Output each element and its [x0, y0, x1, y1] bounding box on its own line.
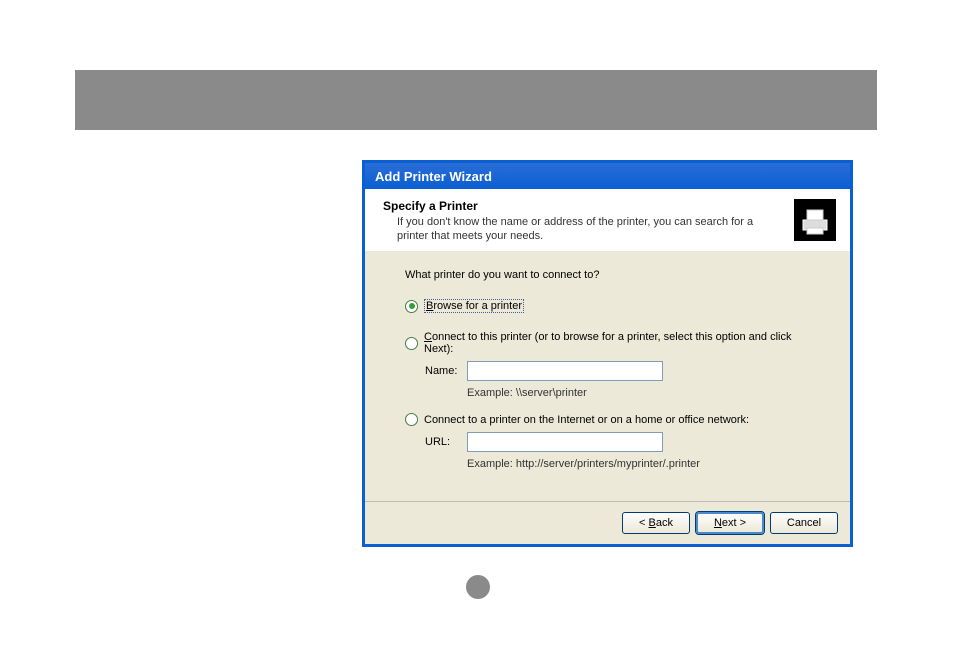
- radio-browse[interactable]: [405, 300, 418, 313]
- name-input[interactable]: [467, 361, 663, 381]
- header-title: Specify a Printer: [383, 199, 784, 213]
- radio-connect-name-label: Connect to this printer (or to browse fo…: [424, 331, 820, 355]
- url-input[interactable]: [467, 432, 663, 452]
- wizard-body: What printer do you want to connect to? …: [365, 251, 850, 494]
- url-input-row: URL:: [425, 432, 820, 452]
- radio-connect-name-row[interactable]: Connect to this printer (or to browse fo…: [405, 331, 820, 355]
- radio-connect-url-row[interactable]: Connect to a printer on the Internet or …: [405, 413, 820, 426]
- radio-browse-row[interactable]: Browse for a printer: [405, 299, 820, 313]
- button-bar: < Back Next > Cancel: [365, 501, 850, 544]
- radio-connect-name[interactable]: [405, 337, 418, 350]
- name-example: Example: \\server\printer: [467, 387, 820, 399]
- url-example: Example: http://server/printers/myprinte…: [467, 458, 820, 470]
- header-subtitle: If you don't know the name or address of…: [397, 215, 784, 244]
- header-text: Specify a Printer If you don't know the …: [383, 199, 794, 244]
- url-label: URL:: [425, 436, 467, 448]
- wizard-header-panel: Specify a Printer If you don't know the …: [365, 189, 850, 251]
- page-number-circle: [466, 575, 490, 599]
- radio-browse-label: Browse for a printer: [424, 299, 524, 313]
- title-bar: Add Printer Wizard: [365, 163, 850, 189]
- printer-icon: [794, 199, 836, 241]
- cancel-button[interactable]: Cancel: [770, 512, 838, 534]
- radio-connect-url-label: Connect to a printer on the Internet or …: [424, 414, 749, 426]
- radio-connect-url[interactable]: [405, 413, 418, 426]
- add-printer-wizard-dialog: Add Printer Wizard Specify a Printer If …: [362, 160, 853, 547]
- name-input-row: Name:: [425, 361, 820, 381]
- name-label: Name:: [425, 365, 467, 377]
- back-button[interactable]: < Back: [622, 512, 690, 534]
- dialog-title: Add Printer Wizard: [375, 169, 492, 184]
- question-text: What printer do you want to connect to?: [405, 269, 820, 281]
- next-button[interactable]: Next >: [696, 512, 764, 534]
- page-header-band: [75, 70, 877, 130]
